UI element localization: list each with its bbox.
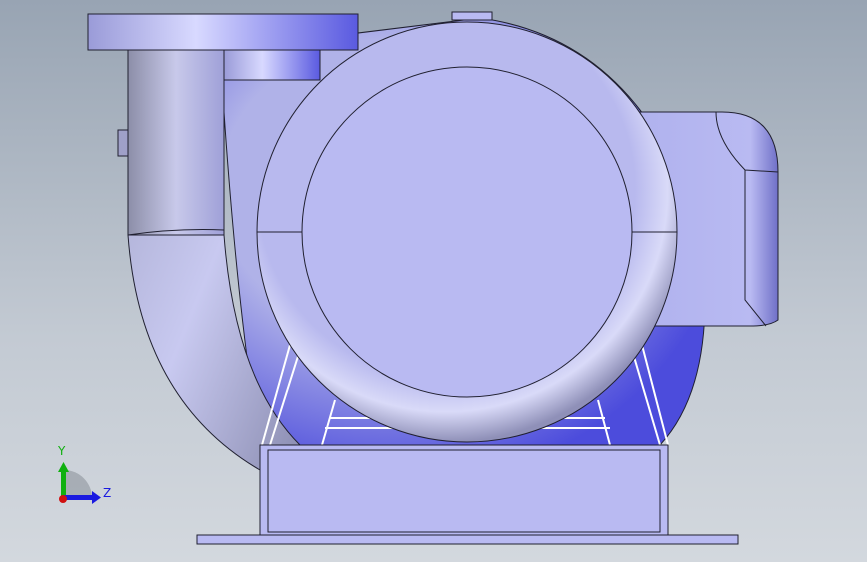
- top-nub: [451, 11, 493, 21]
- base-frame: [259, 444, 669, 536]
- base-plate: [196, 534, 739, 545]
- top-flange: [87, 13, 359, 51]
- z-axis-arrow: [64, 495, 94, 500]
- motor-end-cover: [301, 66, 633, 398]
- y-axis-arrow: [61, 470, 66, 498]
- orientation-triad[interactable]: Y Z: [57, 444, 111, 504]
- side-bolt: [117, 129, 129, 157]
- discharge-neck: [223, 49, 321, 81]
- inlet-pipe: [127, 49, 225, 236]
- x-axis-arrow: [59, 495, 67, 503]
- 3d-viewport[interactable]: Y Z: [0, 0, 867, 562]
- z-axis-label: Z: [103, 486, 111, 500]
- y-axis-label: Y: [57, 444, 66, 458]
- model-render[interactable]: Y Z: [0, 0, 867, 562]
